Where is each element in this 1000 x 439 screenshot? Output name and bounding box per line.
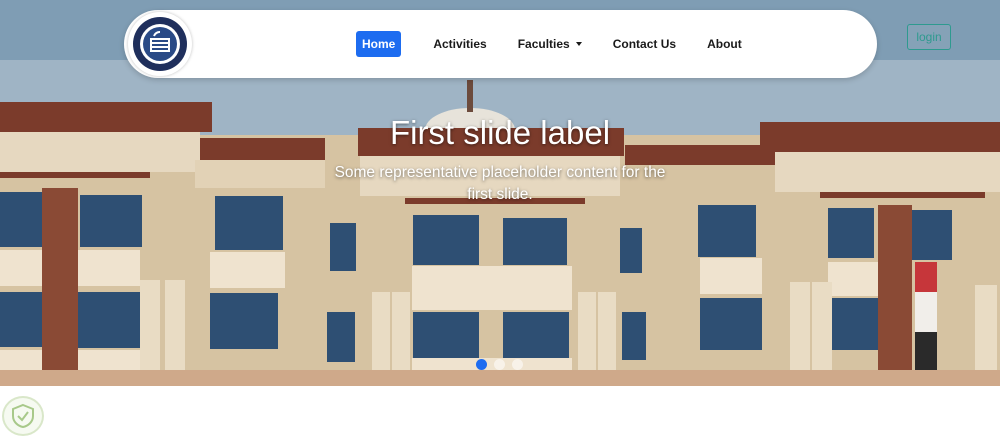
nav-links: Home Activities Faculties Contact Us Abo… — [356, 31, 767, 57]
login-button[interactable]: login — [907, 24, 951, 50]
caret-down-icon — [575, 42, 582, 46]
carousel-indicator-1[interactable] — [476, 359, 487, 370]
carousel-indicator-3[interactable] — [512, 359, 523, 370]
university-seal-logo-icon — [133, 17, 187, 71]
page: First slide label Some representative pl… — [0, 0, 1000, 439]
slide-caption: First slide label Some representative pl… — [330, 112, 670, 206]
university-logo[interactable] — [128, 12, 192, 76]
corner-badge[interactable] — [2, 396, 44, 436]
nav-home[interactable]: Home — [356, 31, 402, 57]
navbar: Home Activities Faculties Contact Us Abo… — [124, 10, 877, 78]
carousel-indicator-2[interactable] — [494, 359, 505, 370]
nav-faculties[interactable]: Faculties — [512, 31, 588, 57]
carousel-indicators — [476, 359, 523, 370]
nav-contact-us[interactable]: Contact Us — [607, 31, 682, 57]
nav-about[interactable]: About — [701, 31, 748, 57]
nav-activities[interactable]: Activities — [427, 31, 492, 57]
shield-badge-icon — [12, 403, 34, 429]
slide-text: Some representative placeholder content … — [334, 164, 666, 203]
nav-faculties-label: Faculties — [517, 37, 570, 51]
slide-title: First slide label — [389, 114, 611, 151]
